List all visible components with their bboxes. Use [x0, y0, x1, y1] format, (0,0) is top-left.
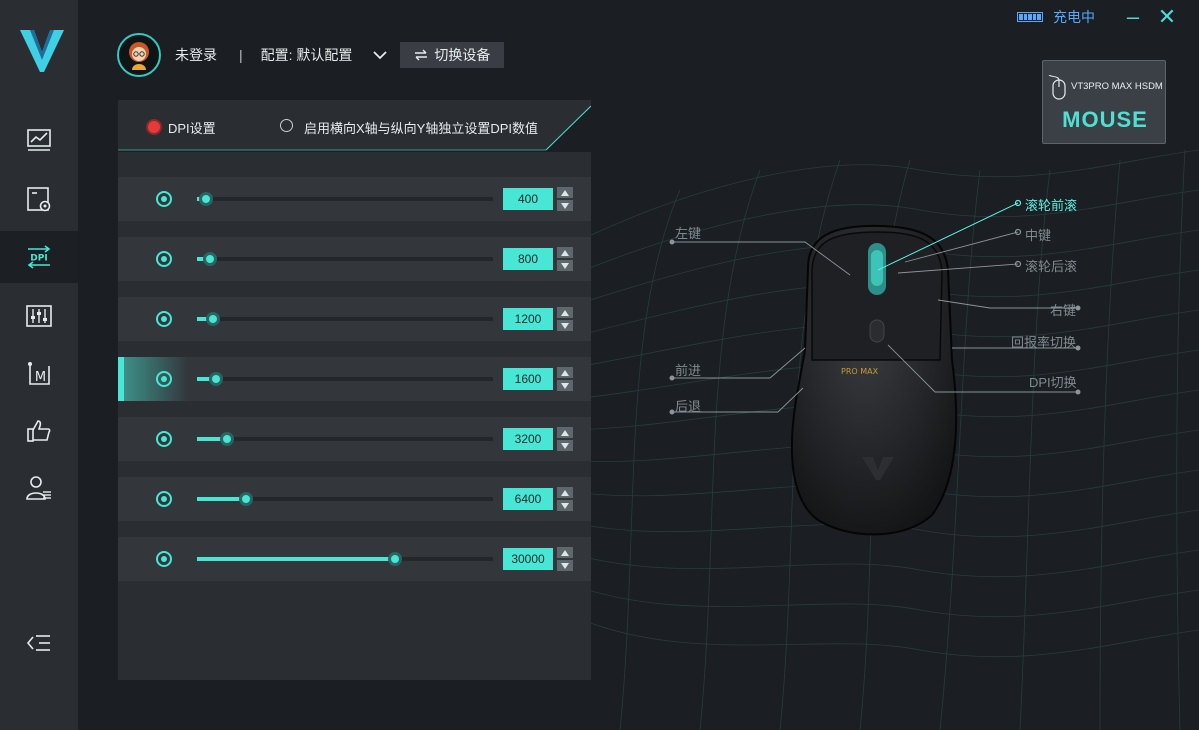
- dpi-slider-thumb[interactable]: [198, 192, 213, 206]
- label-back[interactable]: 后退: [675, 396, 701, 415]
- dpi-level-radio[interactable]: [156, 551, 172, 567]
- minimize-button[interactable]: –: [1121, 6, 1145, 28]
- brand-logo: [20, 30, 64, 72]
- sidebar-item-equalizer[interactable]: [0, 290, 78, 342]
- label-right-button[interactable]: 右键: [1050, 300, 1076, 319]
- caret-down-icon: [561, 562, 569, 569]
- dpi-slider-thumb[interactable]: [219, 432, 234, 446]
- dpi-slider-thumb[interactable]: [238, 492, 253, 506]
- dpi-slider-fill: [197, 557, 396, 561]
- dpi-icon: DPI: [27, 245, 51, 269]
- collapse-menu-icon: [26, 635, 50, 651]
- dpi-level-radio[interactable]: [156, 191, 172, 207]
- user-list-icon: [26, 476, 51, 500]
- dpi-value-input[interactable]: 400: [503, 188, 553, 210]
- dpi-slider-thumb[interactable]: [209, 372, 224, 386]
- xy-mode-radio[interactable]: [280, 119, 293, 132]
- mouse-body: PRO MAX: [790, 224, 958, 536]
- user-avatar-icon: [129, 42, 149, 70]
- dpi-value-input[interactable]: 6400: [503, 488, 553, 510]
- dpi-level-row[interactable]: 3200: [118, 417, 591, 461]
- svg-text:DPI: DPI: [30, 254, 47, 264]
- label-middle-button[interactable]: 中键: [1025, 225, 1051, 244]
- svg-text:M: M: [35, 370, 46, 385]
- sidebar-item-account[interactable]: [0, 462, 78, 514]
- dpi-slider-thumb[interactable]: [206, 312, 221, 326]
- config-selector[interactable]: 配置: 默认配置: [261, 45, 353, 65]
- caret-up-icon: [561, 549, 569, 556]
- dpi-stepper[interactable]: [557, 547, 573, 571]
- dpi-value-input[interactable]: 1600: [503, 368, 553, 390]
- active-row-highlight: [118, 357, 188, 401]
- dpi-level-radio[interactable]: [156, 491, 172, 507]
- charge-status: 充电中: [1053, 9, 1095, 25]
- stepper-down-button[interactable]: [557, 560, 573, 571]
- device-card[interactable]: VT3PRO MAX HSDM MOUSE: [1042, 60, 1166, 144]
- window-controls: 充电中 – ✕: [1017, 6, 1179, 28]
- dpi-slider[interactable]: [197, 312, 493, 326]
- dpi-level-row[interactable]: 1600: [118, 357, 591, 401]
- dpi-level-row[interactable]: 30000: [118, 537, 591, 581]
- switch-device-label: 切换设备: [434, 47, 491, 63]
- dpi-level-row[interactable]: 1200: [118, 297, 591, 341]
- dpi-slider[interactable]: [197, 252, 493, 266]
- sidebar-item-dpi[interactable]: DPI: [0, 231, 78, 283]
- sidebar-item-settings[interactable]: [0, 173, 78, 225]
- label-polling-switch[interactable]: 回报率切换: [1011, 332, 1076, 351]
- dpi-mode-label: DPI设置: [168, 121, 216, 136]
- dpi-mode-header: DPI设置 启用横向X轴与纵向Y轴独立设置DPI数值: [118, 100, 591, 152]
- dpi-level-row[interactable]: 800: [118, 237, 591, 281]
- label-left-button[interactable]: 左键: [675, 223, 701, 242]
- close-button[interactable]: ✕: [1155, 6, 1179, 28]
- user-bar: 未登录 | 配置: 默认配置 切换设备: [117, 33, 505, 77]
- dpi-slider-thumb[interactable]: [388, 552, 403, 566]
- sidebar: DPI M: [0, 0, 78, 730]
- mouse-icon: [1048, 75, 1066, 100]
- collapse-sidebar-button[interactable]: [0, 620, 78, 666]
- label-scroll-up[interactable]: 滚轮前滚: [1025, 195, 1077, 214]
- label-forward[interactable]: 前进: [675, 360, 701, 379]
- dpi-slider[interactable]: [197, 372, 493, 386]
- dpi-slider[interactable]: [197, 492, 493, 506]
- dpi-mode-radio[interactable]: [146, 119, 162, 135]
- sliders-icon: [26, 305, 52, 327]
- separator: |: [239, 47, 243, 63]
- dpi-value-input[interactable]: 30000: [503, 548, 553, 570]
- dpi-level-radio[interactable]: [156, 371, 172, 387]
- dpi-panel: DPI设置 启用横向X轴与纵向Y轴独立设置DPI数值 400 800 1200 160…: [118, 100, 591, 680]
- device-type: MOUSE: [1062, 107, 1148, 132]
- label-scroll-down[interactable]: 滚轮后滚: [1025, 256, 1077, 275]
- dpi-value-input[interactable]: 1200: [503, 308, 553, 330]
- active-row-indicator: [118, 357, 124, 401]
- user-name[interactable]: 未登录: [175, 45, 217, 65]
- chevron-down-icon[interactable]: [372, 47, 388, 63]
- sidebar-item-macro[interactable]: M: [0, 348, 78, 400]
- thumbs-up-icon: [27, 420, 51, 442]
- switch-device-button[interactable]: 切换设备: [400, 42, 505, 68]
- device-model: VT3PRO MAX HSDM: [1071, 81, 1163, 92]
- avatar[interactable]: [117, 33, 161, 77]
- label-dpi-switch[interactable]: DPI切换: [1029, 372, 1077, 391]
- dpi-value-input[interactable]: 3200: [503, 428, 553, 450]
- dpi-slider-thumb[interactable]: [203, 252, 218, 266]
- dpi-value-input[interactable]: 800: [503, 248, 553, 270]
- dpi-level-row[interactable]: 400: [118, 177, 591, 221]
- sidebar-item-performance[interactable]: [0, 114, 78, 166]
- macro-icon: M: [28, 362, 50, 385]
- dpi-level-row[interactable]: 6400: [118, 477, 591, 521]
- screen-gear-icon: [27, 187, 51, 212]
- dpi-level-radio[interactable]: [156, 311, 172, 327]
- sidebar-item-recommend[interactable]: [0, 405, 78, 457]
- battery-icon: [1017, 12, 1043, 22]
- dpi-level-radio[interactable]: [156, 431, 172, 447]
- dpi-level-radio[interactable]: [156, 251, 172, 267]
- xy-mode-label: 启用横向X轴与纵向Y轴独立设置DPI数值: [304, 121, 539, 136]
- dpi-slider[interactable]: [197, 432, 493, 446]
- dpi-slider[interactable]: [197, 192, 493, 206]
- swap-icon: [415, 49, 428, 61]
- chart-monitor-icon: [27, 129, 51, 151]
- dpi-slider[interactable]: [197, 552, 493, 566]
- mouse-model-print: PRO MAX: [841, 367, 879, 376]
